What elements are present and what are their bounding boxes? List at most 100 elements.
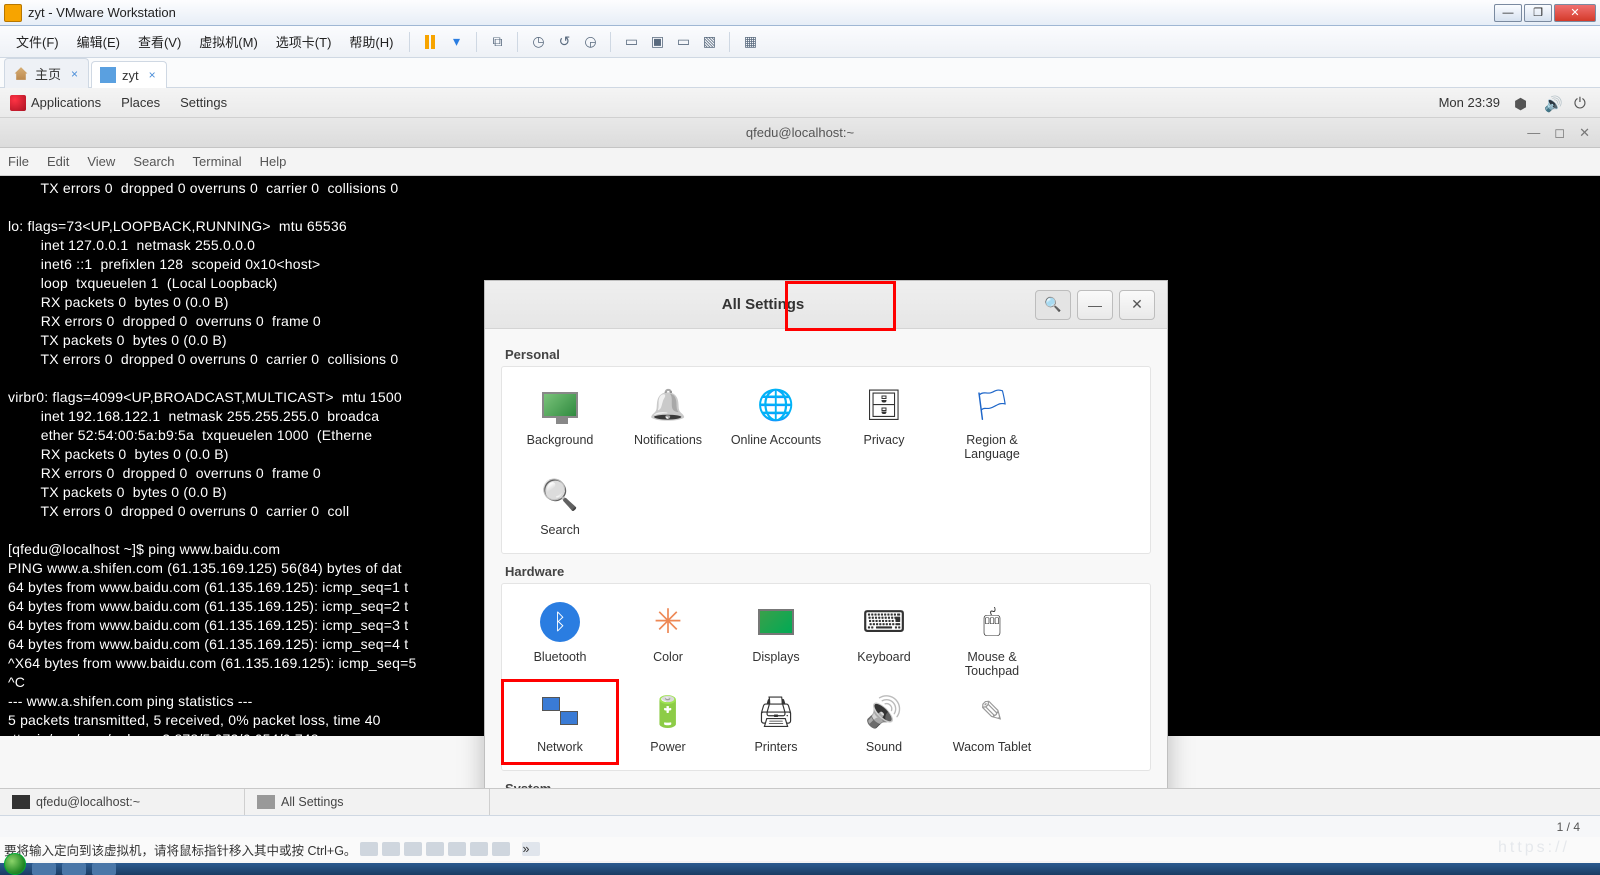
vmware-statusbar: 1 / 4 [0,815,1600,837]
app-menubar: 文件(F) 编辑(E) 查看(V) 虚拟机(M) 选项卡(T) 帮助(H) ▾ … [0,26,1600,58]
terminal-maximize-icon[interactable]: ◻ [1554,125,1565,141]
terminal-icon [12,795,30,809]
term-menu-view[interactable]: View [87,154,115,169]
menu-vm[interactable]: 虚拟机(M) [191,28,266,55]
settings-item-background[interactable]: Background [506,377,614,467]
manage-snapshot-icon[interactable]: ◶ [578,30,602,54]
guest-display: Applications Places Settings Mon 23:39 ⬢… [0,88,1600,875]
device-cd-icon[interactable] [382,842,400,856]
settings-item-search[interactable]: Search [506,467,614,543]
settings-item-bluetooth[interactable]: Bluetooth [506,594,614,684]
settings-item-network[interactable]: Network [506,684,614,760]
settings-close-button[interactable]: ✕ [1119,290,1155,320]
settings-item-notifications[interactable]: Notifications [614,377,722,467]
host-task-icon[interactable] [92,863,116,875]
settings-item-color[interactable]: Color [614,594,722,684]
section-personal-label: Personal [505,347,1151,362]
tab-home-label: 主页 [35,64,61,83]
clock-label[interactable]: Mon 23:39 [1439,95,1500,110]
stretch-icon[interactable]: ▧ [697,30,721,54]
tab-bar: 主页 × zyt × [0,58,1600,88]
console-icon[interactable]: ▭ [671,30,695,54]
term-menu-search[interactable]: Search [133,154,174,169]
take-snapshot-icon[interactable]: ◷ [526,30,550,54]
taskbar-terminal[interactable]: qfedu@localhost:~ [0,789,245,815]
terminal-titlebar: qfedu@localhost:~ — ◻ ✕ [0,118,1600,148]
close-button[interactable]: ✕ [1554,4,1596,22]
settings-minimize-button[interactable]: — [1077,290,1113,320]
settings-item-power[interactable]: Power [614,684,722,760]
fullscreen-icon[interactable]: ▭ [619,30,643,54]
host-taskbar [0,863,1600,875]
page-indicator: 1 / 4 [1557,820,1580,834]
start-button-icon[interactable] [4,853,26,875]
tab-home[interactable]: 主页 × [4,58,89,88]
gnome-taskbar: qfedu@localhost:~ All Settings [0,788,1600,815]
settings-item-printers[interactable]: Printers [722,684,830,760]
window-titlebar: zyt - VMware Workstation — ❐ ✕ [0,0,1600,26]
tab-close-icon[interactable]: × [71,67,78,81]
device-expand-icon[interactable]: » [522,842,540,856]
restore-button[interactable]: ❐ [1524,4,1552,22]
settings-item-sound[interactable]: Sound [830,684,938,760]
terminal-title-text: qfedu@localhost:~ [746,125,854,140]
settings-item-region-language[interactable]: Region & Language [938,377,1046,467]
settings-item-mouse-touchpad[interactable]: Mouse & Touchpad [938,594,1046,684]
settings-menu[interactable]: Settings [180,95,227,110]
settings-icon [257,795,275,809]
volume-tray-icon[interactable]: 🔊 [1544,95,1560,111]
network-tray-icon[interactable]: ⬢ [1514,95,1530,111]
section-hardware-label: Hardware [505,564,1151,579]
terminal-close-icon[interactable]: ✕ [1579,125,1590,141]
settings-title: All Settings [497,296,1029,313]
device-display-icon[interactable] [492,842,510,856]
power-tray-icon[interactable]: ⏻ [1574,95,1590,111]
settings-search-button[interactable]: 🔍 [1035,290,1071,320]
menu-file[interactable]: 文件(F) [8,28,67,55]
term-menu-help[interactable]: Help [260,154,287,169]
device-sound-icon[interactable] [448,842,466,856]
device-printer-icon[interactable] [470,842,488,856]
places-menu[interactable]: Places [121,95,160,110]
terminal-menubar: File Edit View Search Terminal Help [0,148,1600,176]
menu-help[interactable]: 帮助(H) [341,28,401,55]
app-icon [4,4,22,22]
taskbar-settings[interactable]: All Settings [245,789,490,815]
term-menu-file[interactable]: File [8,154,29,169]
settings-item-displays[interactable]: Displays [722,594,830,684]
library-icon[interactable]: ▦ [738,30,762,54]
device-net-icon[interactable] [404,842,422,856]
term-menu-edit[interactable]: Edit [47,154,69,169]
tab-vm-label: zyt [122,68,139,83]
settings-item-keyboard[interactable]: Keyboard [830,594,938,684]
device-usb-icon[interactable] [426,842,444,856]
activities-icon [10,95,26,111]
menu-view[interactable]: 查看(V) [130,28,189,55]
pause-icon[interactable] [418,30,442,54]
applications-menu[interactable]: Applications [10,95,101,111]
terminal-minimize-icon[interactable]: — [1527,125,1540,141]
hardware-grid: Bluetooth Color Displays Keyboard Mouse … [502,584,1150,770]
term-menu-terminal[interactable]: Terminal [193,154,242,169]
tab-vm[interactable]: zyt × [91,61,167,88]
unity-icon[interactable]: ▣ [645,30,669,54]
vm-icon [100,67,116,83]
minimize-button[interactable]: — [1494,4,1522,22]
revert-snapshot-icon[interactable]: ↺ [552,30,576,54]
snapshot-icon[interactable]: ⧉ [485,30,509,54]
menu-edit[interactable]: 编辑(E) [69,28,128,55]
menu-tabs[interactable]: 选项卡(T) [268,28,340,55]
separator [409,32,410,52]
device-hdd-icon[interactable] [360,842,378,856]
host-task-icon[interactable] [32,863,56,875]
tab-close-icon[interactable]: × [149,68,156,82]
settings-header: All Settings 🔍 — ✕ [485,281,1167,329]
home-icon [13,66,29,82]
gnome-topbar: Applications Places Settings Mon 23:39 ⬢… [0,88,1600,118]
host-task-icon[interactable] [62,863,86,875]
vmware-hintbar: 要将输入定向到该虚拟机，请将鼠标指针移入其中或按 Ctrl+G。 » [0,837,1600,861]
settings-item-privacy[interactable]: Privacy [830,377,938,467]
dropdown-icon[interactable]: ▾ [444,30,468,54]
settings-item-wacom-tablet[interactable]: Wacom Tablet [938,684,1046,760]
settings-item-online-accounts[interactable]: Online Accounts [722,377,830,467]
